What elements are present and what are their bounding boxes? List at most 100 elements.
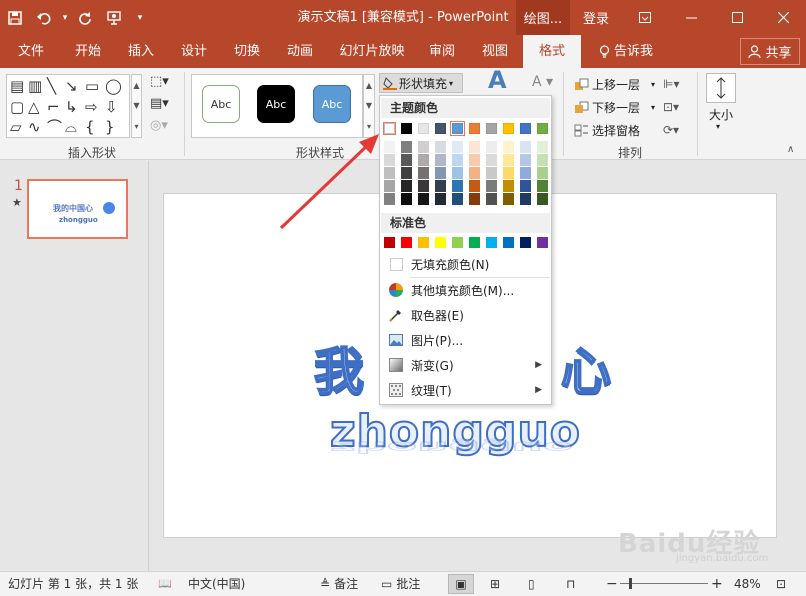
maximize-icon[interactable] bbox=[714, 0, 760, 35]
theme-shade-swatch[interactable] bbox=[384, 167, 395, 179]
theme-shade-swatch[interactable] bbox=[537, 193, 548, 205]
elbow-arrow-shape-icon[interactable]: ↳ bbox=[65, 99, 78, 115]
edit-shape-icon[interactable]: ⬚▾ bbox=[150, 74, 169, 90]
send-backward-button[interactable]: 下移一层 ▾ bbox=[574, 99, 655, 116]
theme-shade-swatch[interactable] bbox=[418, 193, 429, 205]
theme-shade-swatch[interactable] bbox=[435, 154, 446, 166]
slide-title-left[interactable]: 我 bbox=[313, 332, 366, 404]
shape-fill-button[interactable]: 形状填充 ▾ bbox=[379, 73, 463, 93]
theme-shade-swatch[interactable] bbox=[469, 193, 480, 205]
eyedropper-item[interactable]: 取色器(E) bbox=[381, 303, 550, 327]
theme-shade-swatch[interactable] bbox=[384, 141, 395, 153]
normal-view-icon[interactable]: ▣ bbox=[448, 574, 474, 594]
theme-shade-swatch[interactable] bbox=[537, 167, 548, 179]
tell-me-box[interactable]: 告诉我 bbox=[590, 35, 662, 68]
customize-icon[interactable]: ▾ bbox=[130, 0, 150, 35]
share-button[interactable]: 共享 bbox=[740, 38, 800, 65]
tab-animations[interactable]: 动画 bbox=[274, 35, 326, 68]
redo-icon[interactable] bbox=[72, 0, 98, 35]
theme-shade-swatch[interactable] bbox=[486, 180, 497, 192]
login-button[interactable]: 登录 bbox=[570, 0, 622, 35]
textbox-icon[interactable]: ▤▾ bbox=[150, 96, 169, 112]
curve-shape-icon[interactable]: ⌓ bbox=[65, 119, 77, 135]
oval-shape-icon[interactable]: ◯ bbox=[105, 78, 122, 94]
theme-color-swatch[interactable] bbox=[383, 122, 396, 135]
right-brace-shape-icon[interactable]: } bbox=[105, 119, 115, 135]
freeform-shape-icon[interactable]: ∿ bbox=[28, 119, 41, 135]
theme-shade-swatch[interactable] bbox=[520, 193, 531, 205]
slideshow-view-icon[interactable]: ⊓ bbox=[566, 572, 575, 596]
standard-color-swatch[interactable] bbox=[469, 237, 480, 248]
theme-color-swatch[interactable] bbox=[503, 123, 514, 134]
tab-format[interactable]: 格式 bbox=[523, 35, 581, 68]
shapes-gallery-scroll[interactable]: ▲ ▼ ▾ bbox=[131, 74, 142, 138]
shapes-gallery[interactable]: ▤ ▥ ╲ ↘ ▭ ◯ ▢ △ ⌐ ↳ ⇨ ⇩ ▱ ∿ ⌒ ⌓ { } bbox=[6, 74, 130, 138]
merge-shapes-icon[interactable]: ◎▾ bbox=[150, 118, 168, 134]
tab-home[interactable]: 开始 bbox=[62, 35, 114, 68]
style-sample-outline[interactable]: Abc bbox=[202, 85, 240, 123]
theme-shade-swatch[interactable] bbox=[469, 167, 480, 179]
theme-color-swatch[interactable] bbox=[537, 123, 548, 134]
zoom-out-button[interactable]: − bbox=[606, 572, 618, 596]
arrow-line-shape-icon[interactable]: ↘ bbox=[65, 78, 78, 94]
theme-shade-swatch[interactable] bbox=[418, 180, 429, 192]
standard-color-swatch[interactable] bbox=[384, 237, 395, 248]
drawing-tools-context-tab[interactable]: 绘图... bbox=[516, 0, 570, 35]
align-icon[interactable]: ⊫▾ bbox=[663, 76, 679, 92]
theme-shade-swatch[interactable] bbox=[401, 193, 412, 205]
theme-color-swatch[interactable] bbox=[520, 123, 531, 134]
theme-shade-swatch[interactable] bbox=[520, 167, 531, 179]
theme-shade-swatch[interactable] bbox=[503, 167, 514, 179]
tab-view[interactable]: 视图 bbox=[470, 35, 520, 68]
wordart-quick-styles-icon[interactable]: A bbox=[488, 68, 507, 92]
no-fill-item[interactable]: 无填充颜色(N) bbox=[381, 252, 550, 276]
slide-thumbnail[interactable]: 我的中国心 zhongguo bbox=[27, 179, 128, 239]
texture-fill-item[interactable]: 纹理(T) ▶ bbox=[381, 378, 550, 402]
tab-slideshow[interactable]: 幻灯片放映 bbox=[330, 35, 414, 68]
theme-shade-swatch[interactable] bbox=[435, 167, 446, 179]
size-icon[interactable] bbox=[706, 73, 736, 103]
theme-shade-swatch[interactable] bbox=[503, 154, 514, 166]
theme-shade-swatch[interactable] bbox=[486, 154, 497, 166]
undo-dropdown-icon[interactable]: ▾ bbox=[58, 0, 72, 35]
standard-color-swatch[interactable] bbox=[435, 237, 446, 248]
down-arrow-shape-icon[interactable]: ⇩ bbox=[105, 99, 118, 115]
theme-shade-swatch[interactable] bbox=[452, 141, 463, 153]
ribbon-display-icon[interactable] bbox=[622, 0, 668, 35]
theme-shade-swatch[interactable] bbox=[384, 154, 395, 166]
slide-sorter-icon[interactable]: ⊞ bbox=[490, 572, 500, 596]
theme-color-swatch[interactable] bbox=[435, 123, 446, 134]
zoom-in-button[interactable]: + bbox=[711, 572, 723, 596]
theme-color-swatch[interactable] bbox=[450, 121, 465, 136]
group-objects-icon[interactable]: ⊡▾ bbox=[663, 99, 679, 115]
tab-design[interactable]: 设计 bbox=[168, 35, 220, 68]
theme-shade-swatch[interactable] bbox=[503, 180, 514, 192]
bring-forward-button[interactable]: 上移一层 ▾ bbox=[574, 76, 655, 93]
arc-shape-icon[interactable]: ⌒ bbox=[47, 119, 62, 135]
size-label[interactable]: 大小 bbox=[706, 106, 736, 123]
zoom-level[interactable]: 48% bbox=[734, 572, 761, 596]
minimize-icon[interactable] bbox=[668, 0, 714, 35]
triangle-shape-icon[interactable]: △ bbox=[28, 99, 40, 115]
theme-shade-swatch[interactable] bbox=[435, 180, 446, 192]
tab-file[interactable]: 文件 bbox=[8, 35, 54, 68]
notes-button[interactable]: ≜ 备注 bbox=[320, 572, 358, 596]
theme-shade-swatch[interactable] bbox=[401, 180, 412, 192]
theme-shade-swatch[interactable] bbox=[452, 180, 463, 192]
comments-button[interactable]: ▭ 批注 bbox=[381, 572, 420, 596]
theme-shade-swatch[interactable] bbox=[537, 141, 548, 153]
slide-title-right[interactable]: 心 bbox=[560, 332, 612, 404]
standard-color-swatch[interactable] bbox=[486, 237, 497, 248]
theme-shade-swatch[interactable] bbox=[418, 141, 429, 153]
save-icon[interactable] bbox=[0, 0, 30, 35]
theme-shade-swatch[interactable] bbox=[503, 141, 514, 153]
rotate-icon[interactable]: ⟳▾ bbox=[663, 122, 679, 138]
theme-shade-swatch[interactable] bbox=[418, 167, 429, 179]
standard-color-swatch[interactable] bbox=[537, 237, 548, 248]
style-sample-black[interactable]: Abc bbox=[257, 85, 295, 123]
theme-shade-swatch[interactable] bbox=[384, 193, 395, 205]
tab-transitions[interactable]: 切换 bbox=[222, 35, 272, 68]
standard-color-swatch[interactable] bbox=[418, 237, 429, 248]
more-fill-colors-item[interactable]: 其他填充颜色(M)... bbox=[381, 278, 550, 302]
theme-shade-swatch[interactable] bbox=[452, 154, 463, 166]
